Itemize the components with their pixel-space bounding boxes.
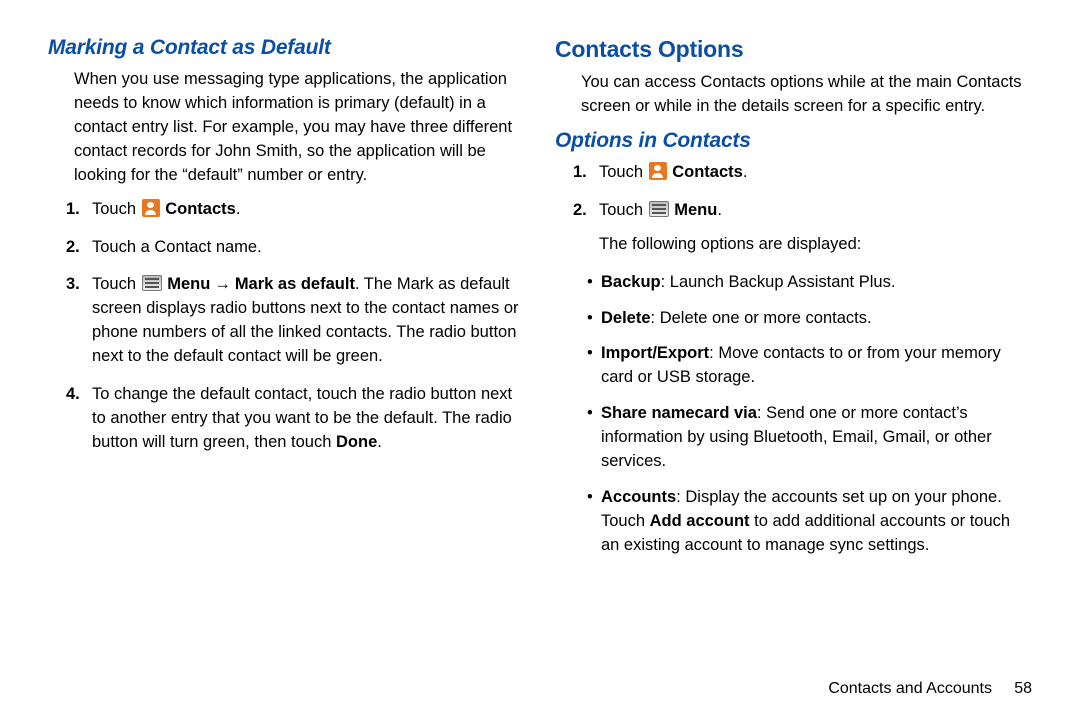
contacts-icon [142, 199, 160, 217]
tail-text: The following options are displayed: [599, 233, 1032, 257]
text: Touch [92, 275, 141, 293]
bullet-backup: Backup: Launch Backup Assistant Plus. [587, 271, 1032, 295]
text: Touch a Contact name. [92, 238, 262, 256]
step-number: 4. [66, 383, 80, 407]
steps-left: 1. Touch Contacts. 2. Touch a Contact na… [48, 198, 525, 455]
text: Touch [599, 163, 648, 181]
bold-label: Import/Export [601, 344, 709, 362]
step-1: 1. Touch Contacts. [581, 161, 1032, 185]
text: . [377, 433, 382, 451]
bold-label: Done [336, 433, 377, 451]
text: . [717, 201, 722, 219]
bold-label: Accounts [601, 488, 676, 506]
step-4: 4. To change the default contact, touch … [74, 383, 525, 455]
bold-label: Share namecard via [601, 404, 757, 422]
steps-right: 1. Touch Contacts. 2. Touch Menu. The fo… [555, 161, 1032, 257]
text: : Launch Backup Assistant Plus. [661, 273, 896, 291]
text: To change the default contact, touch the… [92, 385, 512, 451]
bullet-accounts: Accounts: Display the accounts set up on… [587, 486, 1032, 558]
text: Touch [599, 201, 648, 219]
text: Touch [92, 200, 141, 218]
intro-paragraph: You can access Contacts options while at… [555, 71, 1032, 119]
intro-paragraph: When you use messaging type applications… [48, 68, 525, 188]
right-column: Contacts Options You can access Contacts… [555, 36, 1032, 700]
left-column: Marking a Contact as Default When you us… [48, 36, 525, 700]
bold-label: Contacts [672, 163, 743, 181]
step-number: 1. [66, 198, 80, 222]
bullet-share-namecard: Share namecard via: Send one or more con… [587, 402, 1032, 474]
bullet-delete: Delete: Delete one or more contacts. [587, 307, 1032, 331]
text: . [236, 200, 241, 218]
page-footer: Contacts and Accounts 58 [828, 680, 1032, 698]
footer-section: Contacts and Accounts [828, 680, 992, 697]
step-1: 1. Touch Contacts. [74, 198, 525, 222]
bold-label: Mark as default [235, 275, 355, 293]
heading-marking-default: Marking a Contact as Default [48, 36, 525, 60]
page-number: 58 [1014, 680, 1032, 697]
bold-label: Add account [650, 512, 750, 530]
options-bullets: Backup: Launch Backup Assistant Plus. De… [555, 271, 1032, 558]
step-3: 3. Touch Menu→Mark as default. The Mark … [74, 273, 525, 369]
bold-label: Menu [674, 201, 717, 219]
text: . [743, 163, 748, 181]
heading-options-in-contacts: Options in Contacts [555, 129, 1032, 153]
bold-label: Backup [601, 273, 661, 291]
bold-label: Contacts [165, 200, 236, 218]
step-number: 2. [573, 199, 587, 223]
step-number: 2. [66, 236, 80, 260]
bold-label: Menu [167, 275, 210, 293]
arrow-icon: → [214, 273, 231, 297]
heading-contacts-options: Contacts Options [555, 36, 1032, 63]
contacts-icon [649, 162, 667, 180]
step-2: 2. Touch Menu. The following options are… [581, 199, 1032, 257]
step-2: 2. Touch a Contact name. [74, 236, 525, 260]
menu-icon [649, 201, 669, 217]
menu-icon [142, 275, 162, 291]
step-number: 1. [573, 161, 587, 185]
bold-label: Delete [601, 309, 651, 327]
bullet-import-export: Import/Export: Move contacts to or from … [587, 342, 1032, 390]
step-number: 3. [66, 273, 80, 297]
text: : Delete one or more contacts. [651, 309, 872, 327]
